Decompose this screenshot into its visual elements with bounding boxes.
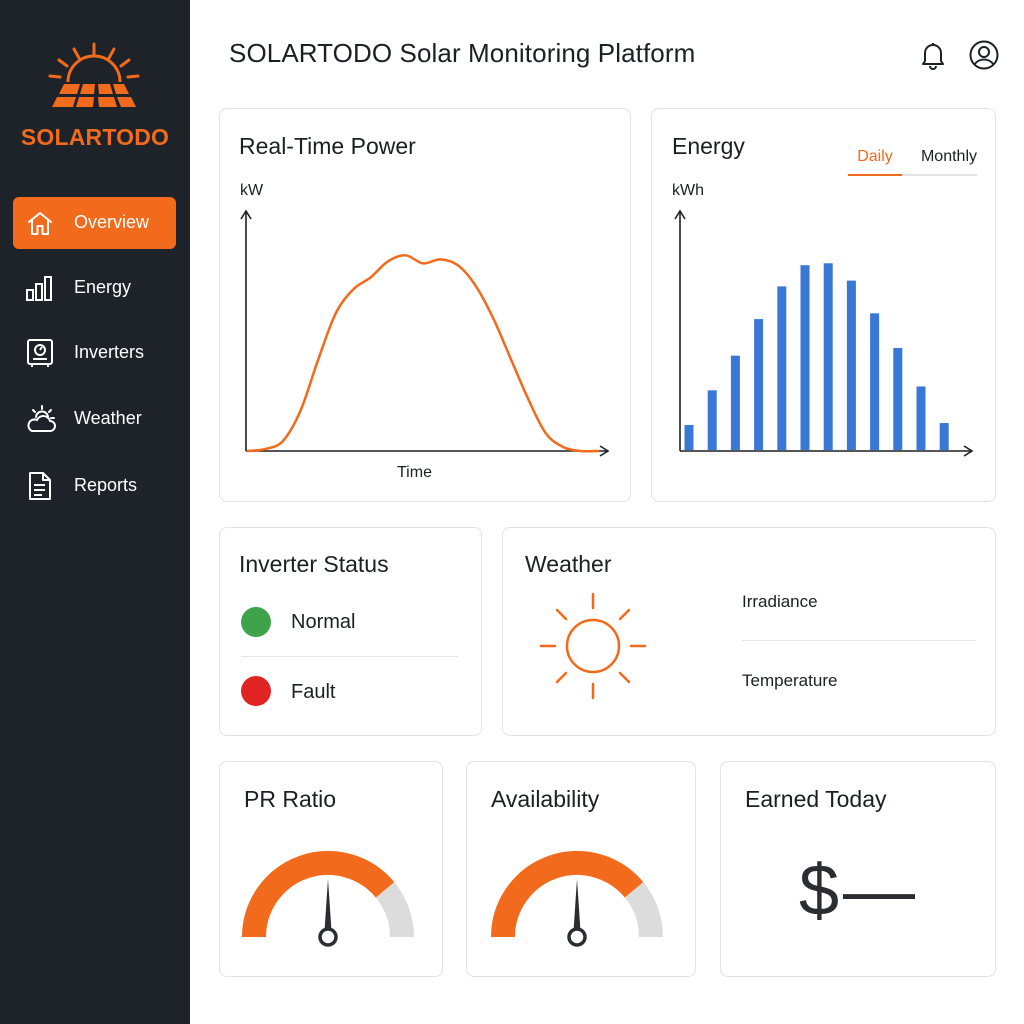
sun-icon	[539, 592, 647, 700]
gauge-fill	[491, 851, 644, 938]
gauge-track	[624, 882, 663, 938]
card-title: Weather	[525, 551, 612, 577]
divider	[742, 640, 976, 641]
divider	[241, 656, 458, 657]
gauge-track	[375, 882, 414, 938]
sidebar-item-weather[interactable]: Weather	[13, 393, 176, 445]
inverter-status-card: Inverter Status Normal Fault	[219, 527, 482, 736]
energy-bar	[893, 347, 903, 450]
sidebar-item-label: Inverters	[74, 342, 145, 362]
temperature-label: Temperature	[742, 671, 838, 690]
energy-bar	[870, 313, 880, 450]
energy-bar	[730, 355, 740, 450]
realtime-power-card: Real-Time Power kW Time	[219, 108, 631, 502]
sidebar-item-label: Weather	[74, 408, 142, 428]
energy-bar	[707, 390, 717, 450]
sidebar-item-energy[interactable]: Energy	[13, 262, 176, 314]
page-title: SOLARTODO Solar Monitoring Platform	[229, 38, 696, 68]
gauge-fill	[242, 851, 395, 938]
card-title: Earned Today	[745, 786, 887, 812]
energy-bar	[777, 286, 787, 450]
gauge-hub	[567, 927, 587, 947]
home-icon	[28, 212, 52, 235]
sidebar-item-label: Energy	[74, 277, 132, 297]
sidebar-item-inverters[interactable]: Inverters	[13, 327, 176, 379]
energy-bar	[939, 423, 949, 450]
earned-today-value: $—	[799, 851, 920, 931]
sidebar-item-overview[interactable]: Overview	[13, 197, 176, 249]
pr-ratio-gauge	[242, 851, 414, 947]
document-icon	[29, 472, 51, 500]
energy-bar	[823, 263, 833, 450]
card-title: Inverter Status	[239, 551, 389, 577]
irradiance-label: Irradiance	[742, 592, 818, 611]
status-normal-label: Normal	[291, 611, 356, 633]
availability-gauge	[491, 851, 663, 947]
sidebar-item-label: Overview	[74, 212, 150, 232]
bell-icon[interactable]	[918, 40, 948, 70]
sidebar-item-label: Reports	[74, 475, 138, 495]
user-icon[interactable]	[968, 39, 1000, 71]
sidebar-item-reports[interactable]: Reports	[13, 460, 176, 512]
sun-panel-logo-icon	[48, 42, 140, 107]
energy-card: Energy Daily Monthly kWh	[651, 108, 996, 502]
sidebar: SOLARTODO Overview Energy Inverters Weat…	[0, 0, 190, 1024]
power-series-line	[246, 254, 600, 453]
earned-today-card: Earned Today $—	[720, 761, 996, 977]
status-fault-label: Fault	[291, 681, 336, 703]
energy-bar-chart	[674, 209, 974, 457]
bar-chart-icon	[26, 276, 52, 301]
energy-bar	[754, 319, 764, 450]
availability-card: Availability	[466, 761, 696, 977]
brand-name: SOLARTODO	[20, 124, 170, 150]
pr-ratio-card: PR Ratio	[219, 761, 443, 977]
status-fault-dot	[241, 676, 271, 706]
gauge-hub	[318, 927, 338, 947]
power-line-chart	[240, 209, 610, 457]
weather-card: Weather Irradiance Temperature	[502, 527, 996, 736]
energy-bar	[916, 386, 926, 450]
energy-bar	[800, 265, 810, 450]
inverter-icon	[27, 339, 53, 367]
status-normal-dot	[241, 607, 271, 637]
energy-bar	[684, 424, 694, 450]
sun-cloud-icon	[27, 405, 56, 432]
gauge-needle	[324, 879, 332, 931]
gauge-needle	[573, 879, 581, 931]
energy-bar	[846, 280, 856, 450]
